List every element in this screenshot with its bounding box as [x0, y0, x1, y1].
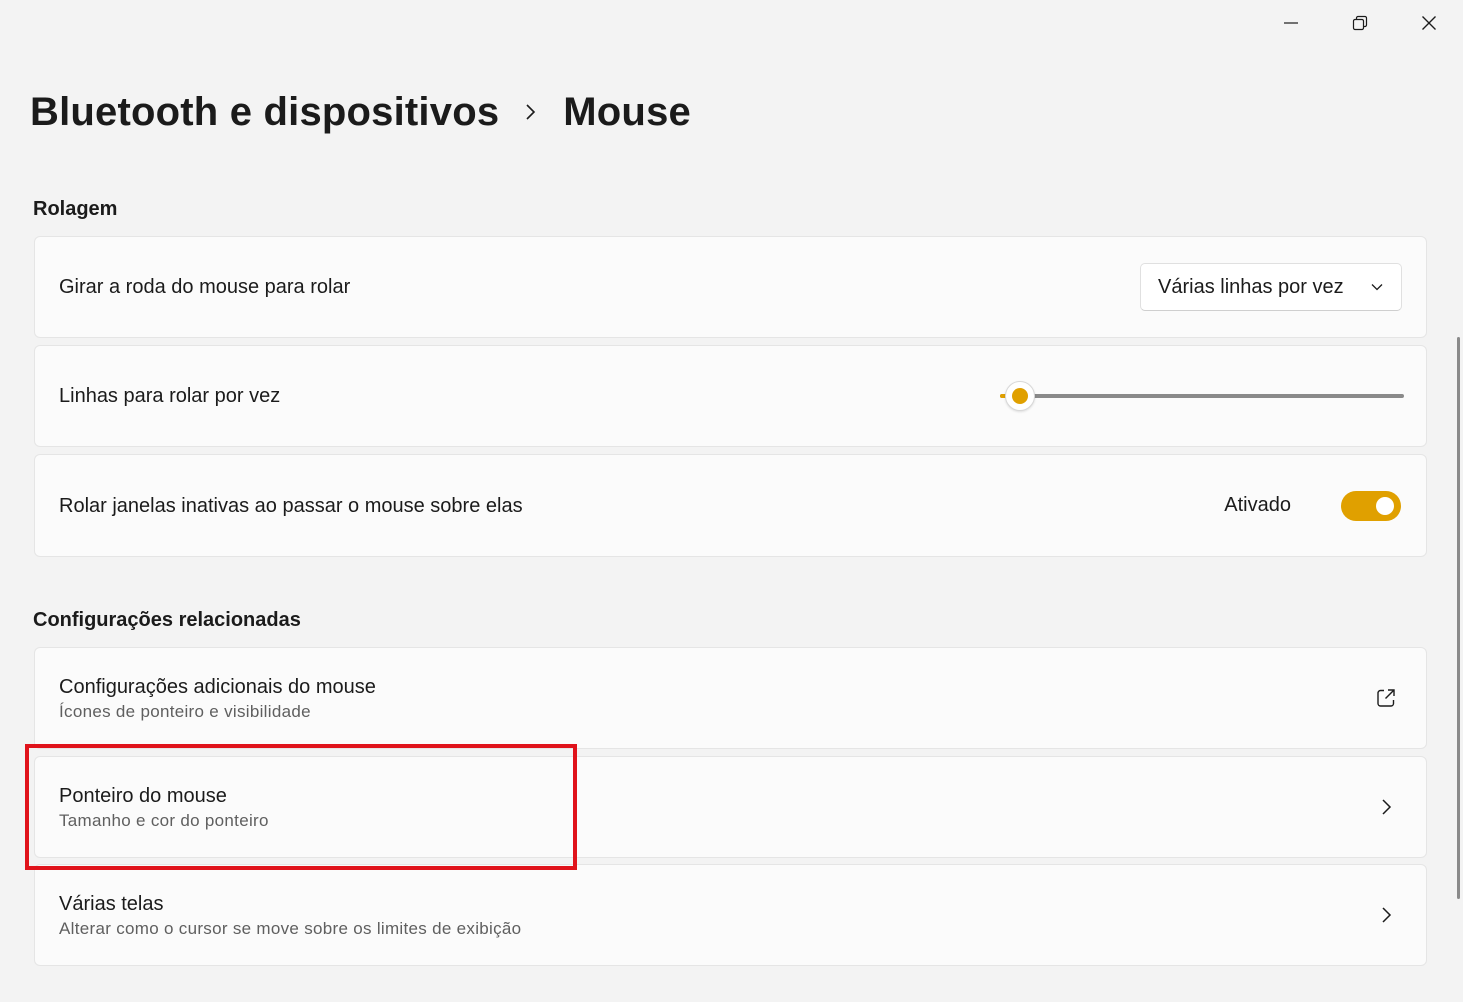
scrollbar[interactable] [1457, 337, 1460, 899]
wheel-scroll-dropdown[interactable]: Várias linhas por vez [1140, 263, 1402, 311]
section-title-scrolling: Rolagem [33, 198, 118, 220]
toggle-state-label: Ativado [1224, 494, 1291, 516]
related-item-subtitle: Ícones de ponteiro e visibilidade [59, 701, 311, 721]
breadcrumb-separator [499, 102, 563, 122]
minimize-icon [1283, 22, 1298, 24]
chevron-right-icon [1372, 901, 1400, 929]
slider-thumb[interactable] [1005, 381, 1035, 411]
breadcrumb: Bluetooth e dispositivos Mouse [30, 84, 691, 140]
related-additional-mouse-settings[interactable]: Configurações adicionais do mouse Ícones… [34, 647, 1427, 749]
related-item-title: Configurações adicionais do mouse [59, 675, 376, 698]
minimize-button[interactable] [1256, 0, 1325, 46]
close-button[interactable] [1394, 0, 1463, 46]
restore-button[interactable] [1325, 0, 1394, 46]
related-item-title: Várias telas [59, 892, 164, 915]
related-multiple-displays[interactable]: Várias telas Alterar como o cursor se mo… [34, 864, 1427, 966]
inactive-scroll-toggle[interactable] [1341, 490, 1401, 521]
slider-track [1000, 394, 1404, 398]
settings-window: Bluetooth e dispositivos Mouse Rolagem G… [0, 0, 1463, 1002]
breadcrumb-parent[interactable]: Bluetooth e dispositivos [30, 90, 499, 135]
section-title-related: Configurações relacionadas [33, 609, 301, 631]
open-external-icon [1372, 684, 1400, 712]
setting-label: Rolar janelas inativas ao passar o mouse… [59, 494, 523, 517]
caption-buttons [1256, 0, 1463, 46]
related-mouse-pointer[interactable]: Ponteiro do mouse Tamanho e cor do ponte… [34, 756, 1427, 858]
setting-label: Girar a roda do mouse para rolar [59, 276, 351, 298]
related-item-title: Ponteiro do mouse [59, 784, 227, 807]
related-item-subtitle: Alterar como o cursor se move sobre os l… [59, 918, 522, 938]
setting-lines-per-scroll: Linhas para rolar por vez [34, 345, 1427, 447]
setting-inactive-scroll: Rolar janelas inativas ao passar o mouse… [34, 454, 1427, 557]
setting-label: Linhas para rolar por vez [59, 385, 281, 407]
chevron-right-icon [526, 104, 536, 120]
restore-icon [1352, 15, 1367, 31]
toggle-knob [1376, 496, 1394, 515]
close-icon [1421, 16, 1436, 30]
dropdown-value: Várias linhas por vez [1158, 275, 1344, 298]
slider-thumb-inner [1012, 388, 1028, 404]
setting-wheel-scroll: Girar a roda do mouse para rolar Várias … [34, 236, 1427, 338]
chevron-right-icon [1372, 793, 1400, 821]
related-item-subtitle: Tamanho e cor do ponteiro [59, 810, 269, 830]
lines-slider[interactable] [1000, 376, 1404, 416]
chevron-down-icon [1371, 284, 1383, 291]
page-title: Mouse [563, 89, 691, 134]
